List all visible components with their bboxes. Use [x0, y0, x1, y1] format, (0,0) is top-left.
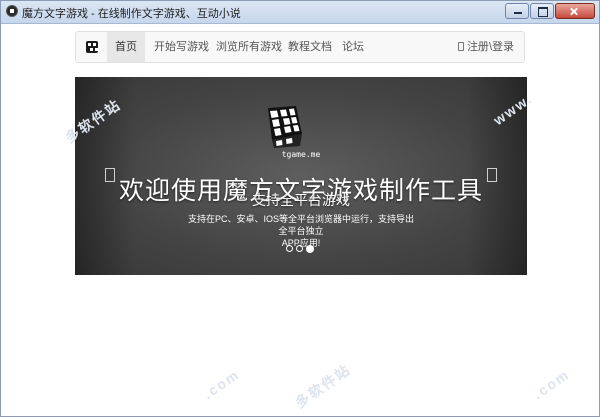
window-title: 魔方文字游戏 - 在线制作文字游戏、互动小说 [22, 8, 241, 20]
logo-caption: tgame.me [281, 150, 321, 159]
title-bar: 魔方文字游戏 - 在线制作文字游戏、互动小说 [1, 1, 599, 24]
register-link[interactable]: 注册 [467, 41, 489, 53]
hero-subheadline: 支持全平台游戏 [252, 192, 350, 208]
nav-start-writing[interactable]: 开始写游戏 [154, 32, 209, 62]
carousel-indicators [286, 244, 314, 253]
nav-browse-games[interactable]: 浏览所有游戏 [216, 32, 282, 62]
maximize-button[interactable] [530, 3, 554, 19]
brand-cube-icon[interactable] [86, 41, 98, 53]
app-cube-icon [6, 5, 18, 17]
nav-forum[interactable]: 论坛 [342, 32, 364, 62]
carousel-next-button[interactable] [487, 168, 497, 182]
nav-home[interactable]: 首页 [107, 32, 145, 62]
hero-carousel: tgame.me 欢迎使用魔方文字游戏制作工具 支持全平台游戏 支持在PC、安卓… [75, 77, 527, 275]
watermark-text: .com [530, 365, 573, 403]
carousel-dot-3[interactable] [306, 244, 314, 253]
window-controls [504, 3, 595, 19]
login-link[interactable]: 登录 [492, 41, 514, 53]
rubiks-cube-logo [268, 106, 302, 148]
carousel-dot-1[interactable] [286, 245, 293, 252]
user-icon [457, 42, 464, 51]
close-button[interactable] [555, 3, 595, 19]
watermark-text: .com [200, 365, 243, 403]
minimize-button[interactable] [505, 3, 529, 19]
auth-links: 注册\登录 [457, 32, 514, 62]
top-navbar: 首页 开始写游戏 浏览所有游戏 教程文档 论坛 注册\登录 [75, 31, 525, 63]
watermark-text: 多软件站 [292, 361, 354, 411]
carousel-dot-2[interactable] [296, 245, 303, 252]
app-window: 魔方文字游戏 - 在线制作文字游戏、互动小说 首页 开始写游戏 浏览所有游戏 教… [0, 0, 600, 417]
hero-description: 支持在PC、安卓、IOS等全平台浏览器中运行，支持导出全平台独立 APP应用! [188, 213, 414, 249]
nav-tutorials[interactable]: 教程文档 [288, 32, 332, 62]
carousel-prev-button[interactable] [105, 168, 115, 182]
hero-description-line-1: 支持在PC、安卓、IOS等全平台浏览器中运行，支持导出全平台独立 [188, 214, 415, 236]
